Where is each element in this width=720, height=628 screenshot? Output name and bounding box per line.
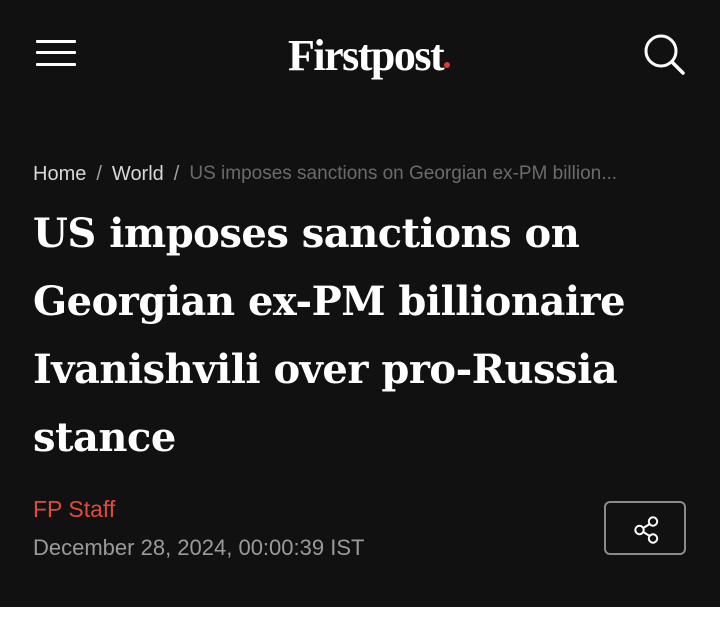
breadcrumb: Home / World / US imposes sanctions on Georg…: [33, 160, 693, 188]
breadcrumb-world-link[interactable]: World: [112, 163, 164, 185]
article-headline: US imposes sanctions on Georgian ex-PM b…: [33, 210, 626, 461]
publish-date: December 28, 2024, 00:00:39 IST: [33, 535, 365, 560]
breadcrumb-current-page: US imposes sanctions on Georgian ex-PM b…: [189, 163, 618, 184]
top-header: Firstpost: [0, 0, 720, 110]
search-icon[interactable]: [642, 32, 686, 76]
menu-bar: [36, 51, 76, 54]
menu-bar: [36, 63, 76, 66]
share-button[interactable]: [604, 501, 686, 555]
logo-dot: [444, 62, 451, 68]
article-screen: Firstpost Home / World / US imposes sanction…: [0, 0, 720, 607]
logo-text: Firstpost: [288, 31, 445, 80]
breadcrumb-separator: /: [173, 163, 180, 185]
menu-bar: [36, 40, 76, 43]
breadcrumb-home-link[interactable]: Home: [33, 163, 86, 185]
search-icon-svg: [644, 34, 685, 75]
author-link[interactable]: FP Staff: [33, 493, 115, 525]
breadcrumb-separator: /: [96, 163, 102, 185]
firstpost-logo[interactable]: Firstpost: [288, 28, 451, 84]
share-icon: [634, 516, 659, 544]
hamburger-menu-icon[interactable]: [36, 37, 76, 69]
